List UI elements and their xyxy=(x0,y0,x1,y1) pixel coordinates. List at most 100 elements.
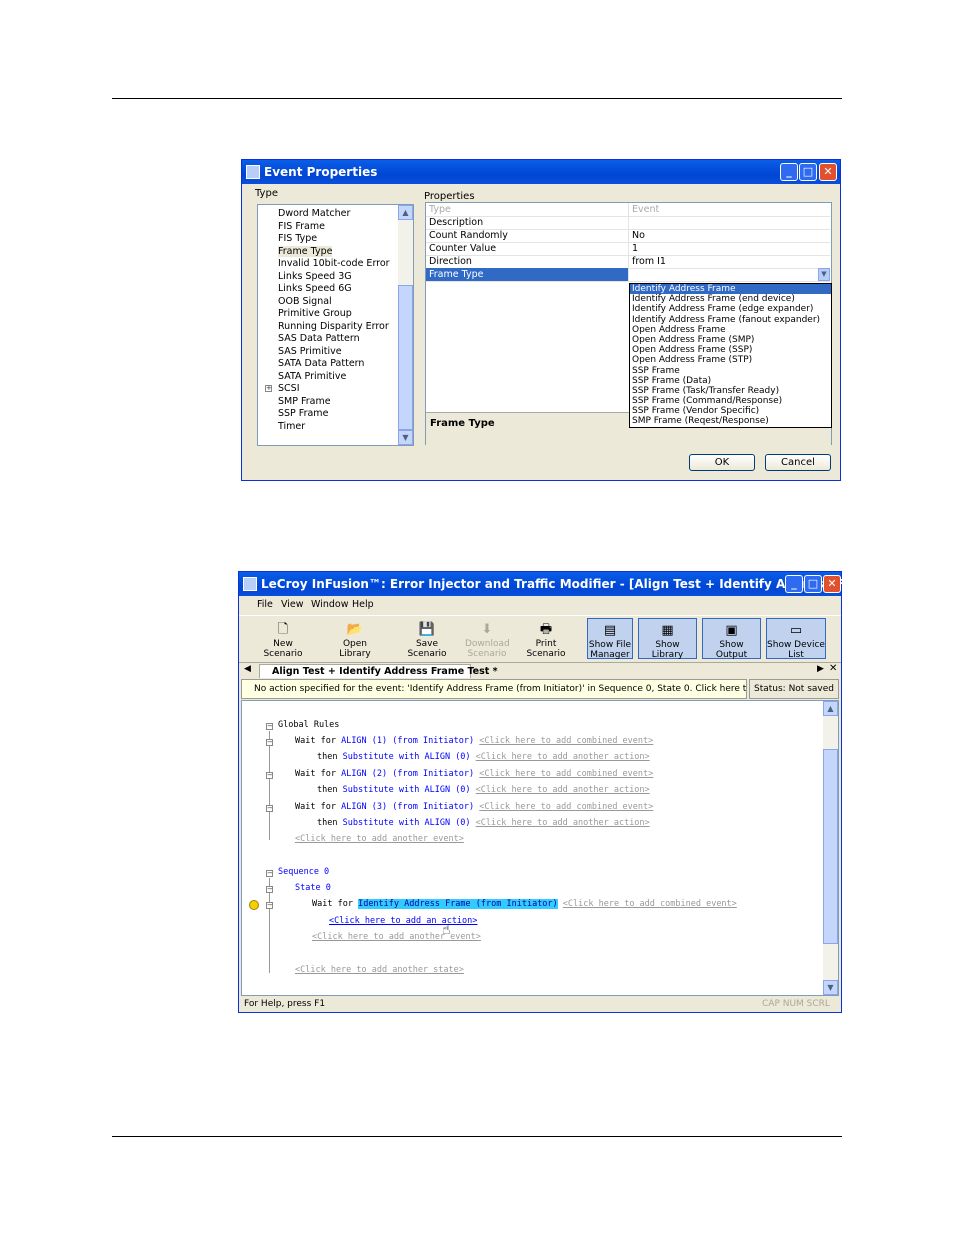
action-link[interactable]: Substitute with ALIGN (0) xyxy=(343,818,471,828)
dropdown-arrow-icon[interactable]: ▼ xyxy=(818,268,830,281)
tree-item[interactable]: Invalid 10bit-code Error xyxy=(278,258,390,269)
global-rules-label[interactable]: Global Rules xyxy=(278,720,339,730)
dropdown-option[interactable]: Open Address Frame (SMP) xyxy=(630,335,831,345)
tree-item[interactable]: FIS Type xyxy=(278,233,317,244)
tree-item[interactable]: Primitive Group xyxy=(278,308,352,319)
tree-item[interactable]: OOB Signal xyxy=(278,296,332,307)
close-icon[interactable]: ✕ xyxy=(819,163,837,181)
property-row[interactable]: Count Randomly No xyxy=(426,229,830,243)
scroll-down-icon[interactable]: ▼ xyxy=(823,980,838,995)
add-another-action-link[interactable]: <Click here to add another action> xyxy=(476,785,650,795)
action-link[interactable]: Substitute with ALIGN (0) xyxy=(343,785,471,795)
collapse-icon[interactable]: − xyxy=(266,870,273,877)
tree-item[interactable]: SATA Data Pattern xyxy=(278,358,364,369)
dropdown-option[interactable]: Identify Address Frame xyxy=(630,284,831,295)
dropdown-option[interactable]: SSP Frame (Vendor Specific) xyxy=(630,406,831,416)
scroll-up-icon[interactable]: ▲ xyxy=(823,701,838,716)
tree-item[interactable]: Running Disparity Error xyxy=(278,321,389,332)
tree-item[interactable]: SATA Primitive xyxy=(278,371,346,382)
editor-scrollbar[interactable]: ▲ ▼ xyxy=(823,701,838,995)
show-library-button[interactable]: ▦ Show Library xyxy=(638,618,697,660)
minimize-icon[interactable]: _ xyxy=(785,575,803,593)
print-scenario-button[interactable]: 🖶 Print Scenario xyxy=(517,618,575,659)
tab-scroll-left-icon[interactable]: ◀ xyxy=(244,664,251,674)
scroll-thumb[interactable] xyxy=(823,749,838,944)
open-library-button[interactable]: 📂 Open Library xyxy=(327,618,383,659)
property-row[interactable]: Direction from I1 xyxy=(426,255,830,269)
dropdown-option[interactable]: SSP Frame (Command/Response) xyxy=(630,396,831,406)
collapse-icon[interactable]: − xyxy=(266,739,273,746)
add-another-state-link[interactable]: <Click here to add another state> xyxy=(295,965,464,975)
scroll-up-icon[interactable]: ▲ xyxy=(398,205,413,220)
dropdown-option[interactable]: Open Address Frame xyxy=(630,325,831,335)
tree-item-selected[interactable]: Frame Type xyxy=(278,245,333,257)
property-row[interactable]: Description xyxy=(426,216,830,230)
menu-window[interactable]: Window xyxy=(311,599,348,610)
dropdown-option[interactable]: SSP Frame (Data) xyxy=(630,376,831,386)
action-link[interactable]: Substitute with ALIGN (0) xyxy=(343,752,471,762)
save-scenario-button[interactable]: 💾 Save Scenario xyxy=(397,618,457,659)
add-an-action-link[interactable]: <Click here to add an action> xyxy=(329,916,477,926)
tab-scroll-right-icon[interactable]: ▶ xyxy=(817,664,824,674)
add-combined-event-link[interactable]: <Click here to add combined event> xyxy=(479,802,653,812)
sequence-label[interactable]: Sequence 0 xyxy=(278,867,329,877)
property-row-frame-type[interactable]: Frame Type ▼ xyxy=(426,268,830,282)
scroll-thumb[interactable] xyxy=(398,285,413,430)
dropdown-option[interactable]: Identify Address Frame (fanout expander) xyxy=(630,315,831,325)
frame-type-dropdown-list[interactable]: Identify Address Frame Identify Address … xyxy=(629,283,832,428)
minimize-icon[interactable]: _ xyxy=(780,163,798,181)
dropdown-option[interactable]: SMP Frame (Reqest/Response) xyxy=(630,416,831,426)
ok-button[interactable]: OK xyxy=(689,454,755,471)
tree-scrollbar[interactable]: ▲ ▼ xyxy=(398,205,413,445)
download-scenario-button[interactable]: ⬇ Download Scenario xyxy=(465,618,510,659)
close-icon[interactable]: ✕ xyxy=(823,575,841,593)
dropdown-option[interactable]: SSP Frame (Task/Transfer Ready) xyxy=(630,386,831,396)
add-combined-event-link[interactable]: <Click here to add combined event> xyxy=(479,736,653,746)
add-combined-event-link[interactable]: <Click here to add combined event> xyxy=(479,769,653,779)
collapse-icon[interactable]: − xyxy=(266,805,273,812)
expand-icon[interactable]: + xyxy=(265,385,272,392)
identify-event-link[interactable]: Identify Address Frame (from Initiator) xyxy=(358,899,558,909)
property-row[interactable]: Type Event xyxy=(426,203,830,217)
show-device-list-button[interactable]: ▭ Show Device List xyxy=(766,618,826,660)
warning-bar[interactable]: No action specified for the event: 'Iden… xyxy=(241,679,747,699)
tree-item[interactable]: Links Speed 6G xyxy=(278,283,352,294)
tree-item[interactable]: FIS Frame xyxy=(278,221,325,232)
property-row[interactable]: Counter Value 1 xyxy=(426,242,830,256)
collapse-icon[interactable]: − xyxy=(266,772,273,779)
maximize-icon[interactable]: □ xyxy=(799,163,817,181)
dropdown-option[interactable]: Open Address Frame (STP) xyxy=(630,355,831,365)
collapse-icon[interactable]: − xyxy=(266,723,273,730)
menu-file[interactable]: File xyxy=(257,599,273,610)
dropdown-option[interactable]: SSP Frame xyxy=(630,366,831,376)
event-link[interactable]: ALIGN (2) (from Initiator) xyxy=(341,769,474,779)
event-link[interactable]: ALIGN (1) (from Initiator) xyxy=(341,736,474,746)
show-output-button[interactable]: ▣ Show Output xyxy=(702,618,761,660)
menu-view[interactable]: View xyxy=(281,599,304,610)
tab-close-icon[interactable]: ✕ xyxy=(829,663,837,674)
new-scenario-button[interactable]: 🗋 New Scenario xyxy=(253,618,313,659)
add-another-action-link[interactable]: <Click here to add another action> xyxy=(476,752,650,762)
dropdown-option[interactable]: Identify Address Frame (edge expander) xyxy=(630,304,831,314)
show-file-manager-button[interactable]: ▤ Show File Manager xyxy=(587,618,633,660)
add-another-event-link[interactable]: <Click here to add another event> xyxy=(295,834,464,844)
add-another-event-link[interactable]: <Click here to add another event> xyxy=(312,932,481,942)
tab-align-test[interactable]: Align Test + Identify Address Frame Test… xyxy=(259,664,498,678)
add-combined-event-link[interactable]: <Click here to add combined event> xyxy=(563,899,737,909)
tree-item[interactable]: SAS Data Pattern xyxy=(278,333,360,344)
scroll-down-icon[interactable]: ▼ xyxy=(398,430,413,445)
add-another-action-link[interactable]: <Click here to add another action> xyxy=(476,818,650,828)
tree-item[interactable]: SSP Frame xyxy=(278,408,328,419)
tree-item[interactable]: SCSI xyxy=(278,383,300,394)
event-link[interactable]: ALIGN (3) (from Initiator) xyxy=(341,802,474,812)
state-label[interactable]: State 0 xyxy=(295,883,331,893)
dropdown-option[interactable]: Identify Address Frame (end device) xyxy=(630,294,831,304)
tree-item[interactable]: Timer xyxy=(278,421,305,432)
menu-help[interactable]: Help xyxy=(352,599,374,610)
tree-item[interactable]: Dword Matcher xyxy=(278,208,350,219)
tree-item[interactable]: Links Speed 3G xyxy=(278,271,352,282)
collapse-icon[interactable]: − xyxy=(266,902,273,909)
dropdown-option[interactable]: Open Address Frame (SSP) xyxy=(630,345,831,355)
tree-item[interactable]: SMP Frame xyxy=(278,396,331,407)
cancel-button[interactable]: Cancel xyxy=(765,454,831,471)
